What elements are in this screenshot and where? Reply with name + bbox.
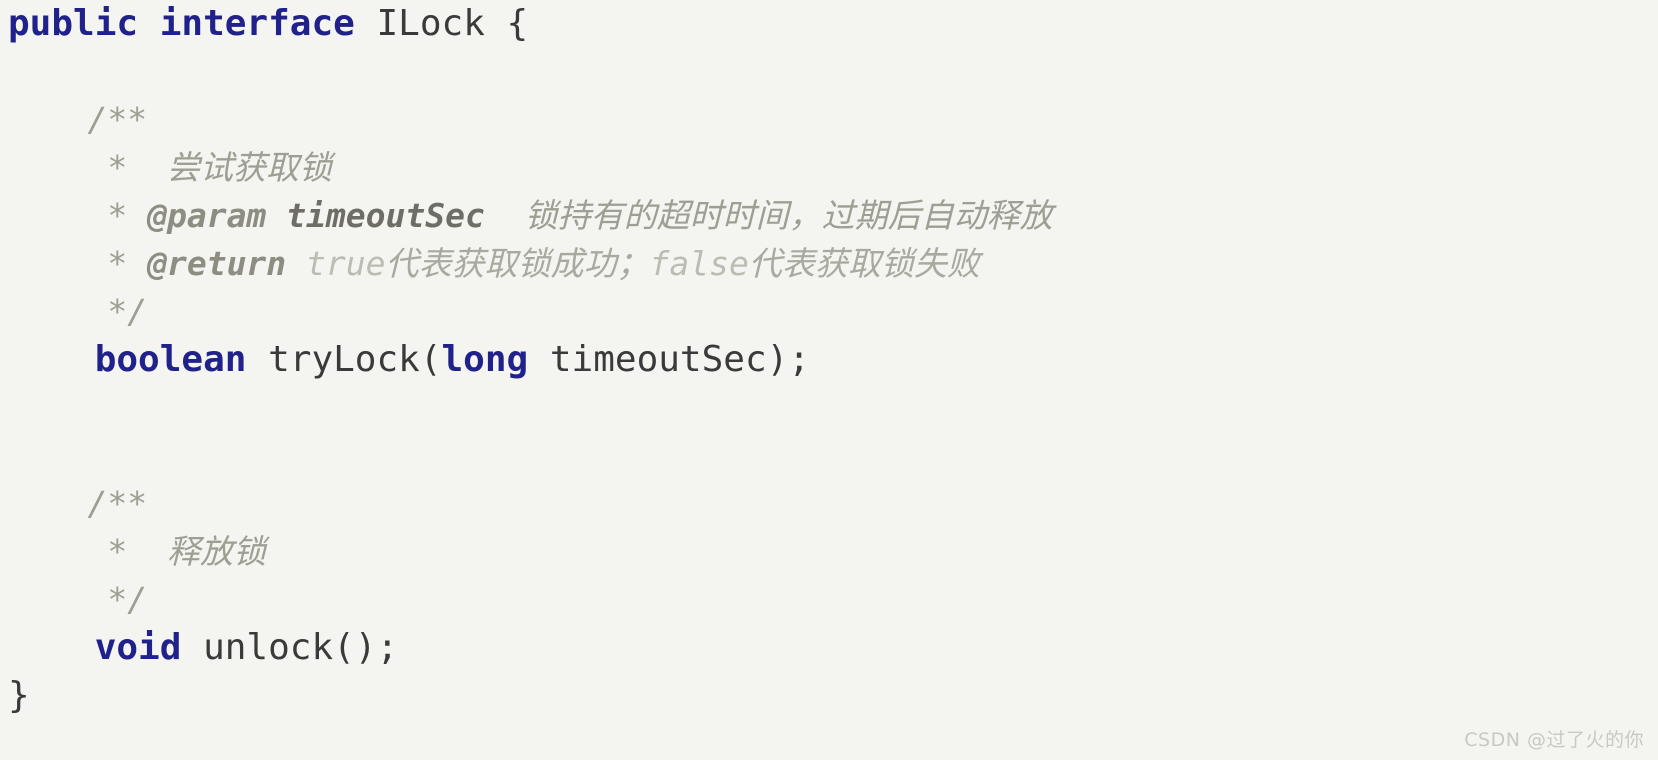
code-line-javadoc1-param: * @param timeoutSec 锁持有的超时时间，过期后自动释放 — [0, 192, 1658, 240]
javadoc-tag-param: @param — [147, 196, 267, 235]
javadoc-return-true-description: 代表获取锁成功； — [385, 244, 650, 283]
javadoc-param-description: 锁持有的超时时间，过期后自动释放 — [524, 196, 1053, 235]
closing-brace: } — [8, 675, 30, 716]
code-line-javadoc2-close: */ — [0, 576, 1658, 624]
code-line-blank-1 — [0, 48, 1658, 96]
method-name-trylock: tryLock( — [246, 339, 442, 380]
javadoc-tag-return: @return — [147, 244, 287, 283]
javadoc-close-1: */ — [107, 292, 148, 331]
code-line-interface-declaration: public interface ILock { — [0, 0, 1658, 48]
keyword-boolean: boolean — [94, 339, 247, 380]
javadoc-param-name: timeoutSec — [286, 196, 485, 235]
code-line-javadoc2-open: /** — [0, 480, 1658, 528]
method-param-timeoutsec: timeoutSec); — [528, 339, 810, 380]
javadoc-star: * — [107, 244, 128, 283]
watermark: CSDN @过了火的你 — [1464, 729, 1644, 751]
code-block: public interface ILock { /** * 尝试获取锁 * @… — [0, 0, 1658, 760]
type-name-ilock: ILock { — [376, 3, 529, 44]
keyword-long: long — [441, 339, 529, 380]
method-name-unlock: unlock(); — [181, 627, 399, 668]
javadoc-close-2: */ — [107, 580, 148, 619]
javadoc-summary-1: 尝试获取锁 — [166, 148, 332, 187]
code-line-method-trylock: boolean tryLock(long timeoutSec); — [0, 336, 1658, 384]
code-line-blank-3 — [0, 432, 1658, 480]
code-line-javadoc1-summary: * 尝试获取锁 — [0, 144, 1658, 192]
keyword-interface: interface — [159, 3, 355, 44]
code-line-javadoc1-return: * @return true代表获取锁成功；false代表获取锁失败 — [0, 240, 1658, 288]
javadoc-star: * — [107, 532, 128, 571]
javadoc-return-false-description: 代表获取锁失败 — [748, 244, 980, 283]
javadoc-summary-2: 释放锁 — [166, 532, 266, 571]
javadoc-literal-false: false — [649, 244, 749, 283]
code-line-method-unlock: void unlock(); — [0, 624, 1658, 672]
javadoc-literal-true: true — [306, 244, 386, 283]
javadoc-open-1: /** — [87, 100, 148, 139]
code-line-javadoc1-close: */ — [0, 288, 1658, 336]
code-line-javadoc1-open: /** — [0, 96, 1658, 144]
code-line-blank-2 — [0, 384, 1658, 432]
javadoc-open-2: /** — [87, 484, 148, 523]
javadoc-star: * — [107, 196, 128, 235]
javadoc-star: * — [107, 148, 128, 187]
keyword-void: void — [94, 627, 182, 668]
code-line-closing-brace: } — [0, 672, 1658, 720]
code-line-javadoc2-summary: * 释放锁 — [0, 528, 1658, 576]
keyword-public: public — [8, 3, 139, 44]
